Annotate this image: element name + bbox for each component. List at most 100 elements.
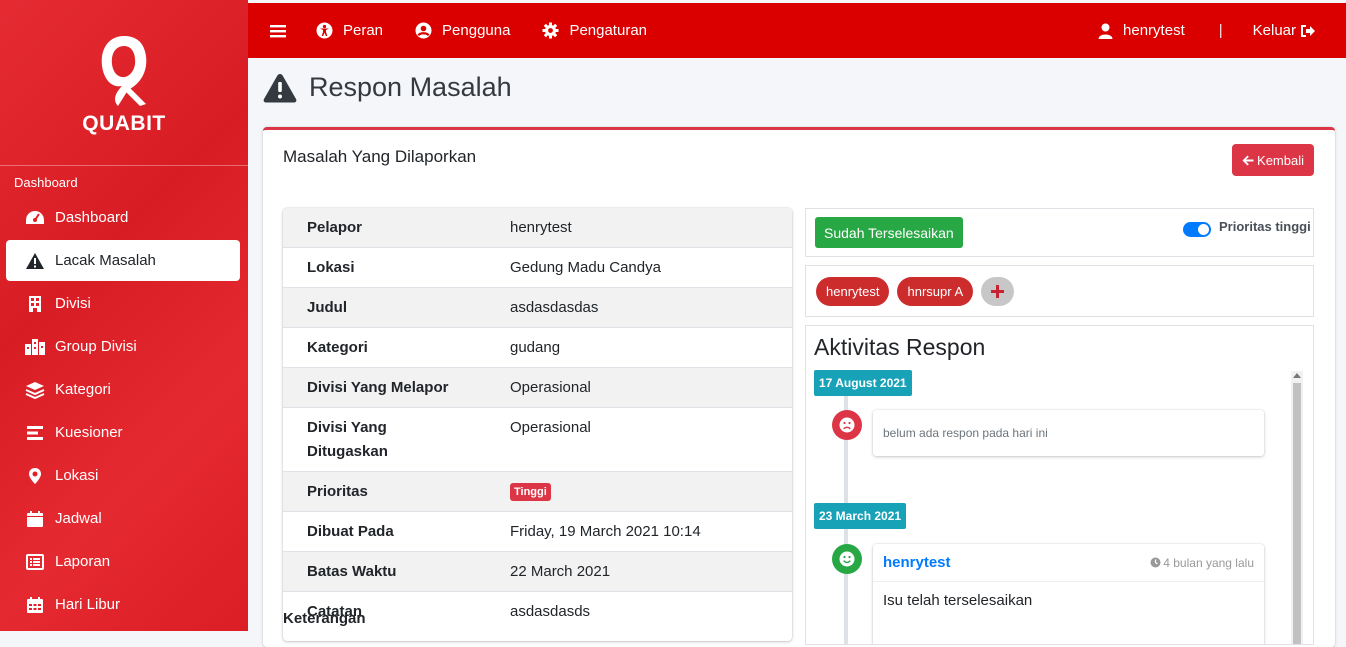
row-key: Divisi Yang Melapor <box>307 379 449 396</box>
universal-access-icon <box>316 22 333 39</box>
sidebar-item-label: Group Divisi <box>55 338 137 355</box>
table-row: Divisi Yang Ditugaskan Operasional <box>283 407 792 471</box>
table-row: Prioritas Tinggi <box>283 471 792 511</box>
timeline-text: belum ada respon pada hari ini <box>883 426 1048 440</box>
keterangan-label: Keterangan <box>283 610 366 627</box>
user-menu[interactable]: henrytest <box>1098 22 1185 39</box>
scrollbar[interactable] <box>1291 371 1303 644</box>
row-value: asdasdasds <box>510 603 591 620</box>
timeline-time-text: 4 bulan yang lalu <box>1163 555 1254 570</box>
sidebar-item-group-divisi[interactable]: Group Divisi <box>6 326 240 367</box>
sidebar-item-lacak-masalah[interactable]: Lacak Masalah <box>6 240 240 281</box>
row-value: henrytest <box>510 219 572 236</box>
row-value: gudang <box>510 339 561 356</box>
sidebar-item-hari-libur[interactable]: Hari Libur <box>6 584 240 625</box>
timeline-date: 23 March 2021 <box>814 503 907 529</box>
logout-button[interactable]: Keluar <box>1253 22 1316 39</box>
sidebar-item-lokasi[interactable]: Lokasi <box>6 455 240 496</box>
report-icon <box>24 553 46 571</box>
issue-card: Masalah Yang Dilaporkan Kembali Pelapor h… <box>263 127 1335 647</box>
row-value: Operasional <box>510 419 591 436</box>
list-icon <box>24 424 46 442</box>
nav-pengaturan-label: Pengaturan <box>569 22 648 39</box>
sidebar: QUABIT Dashboard Dashboard Lacak Masalah… <box>0 0 248 631</box>
scroll-up-arrow[interactable] <box>1293 373 1301 378</box>
timeline-item: belum ada respon pada hari ini <box>873 410 1264 456</box>
sidebar-item-dashboard[interactable]: Dashboard <box>6 197 240 238</box>
row-key: Lokasi <box>307 259 355 276</box>
row-value: Gedung Madu Candya <box>510 259 661 276</box>
back-label: Kembali <box>1257 152 1304 168</box>
table-row: Kategori gudang <box>283 327 792 367</box>
table-row: Divisi Yang Melapor Operasional <box>283 367 792 407</box>
nav-peran-label: Peran <box>343 22 384 39</box>
sidebar-item-laporan[interactable]: Laporan <box>6 541 240 582</box>
activity-title: Aktivitas Respon <box>814 334 986 360</box>
sidebar-item-divisi[interactable]: Divisi <box>6 283 240 324</box>
logout-label: Keluar <box>1252 22 1296 39</box>
page-title-text: Respon Masalah <box>309 72 512 102</box>
timeline-date: 17 August 2021 <box>814 370 912 396</box>
gear-icon <box>542 22 559 39</box>
arrow-left-icon <box>1242 155 1254 165</box>
sidebar-item-jadwal[interactable]: Jadwal <box>6 498 240 539</box>
priority-toggle-label: Prioritas tinggi <box>1219 219 1311 234</box>
activity-box: Aktivitas Respon 17 August 2021 belum ad… <box>805 325 1314 645</box>
plus-icon <box>991 284 1005 298</box>
brand-logo[interactable]: QUABIT <box>0 0 248 166</box>
brand-name: QUABIT <box>82 111 166 135</box>
assignee-chip[interactable]: hnrsupr A <box>897 276 974 306</box>
tachometer-icon <box>24 209 46 227</box>
row-key: Kategori <box>307 339 368 356</box>
card-title: Masalah Yang Dilaporkan <box>283 147 477 166</box>
calendar-icon <box>24 510 46 528</box>
row-key: Judul <box>307 299 347 316</box>
page-title: Respon Masalah <box>263 72 512 103</box>
nav-peran[interactable]: Peran <box>316 22 383 39</box>
table-row: Batas Waktu 22 March 2021 <box>283 551 792 591</box>
timeline-item: henrytest 4 bulan yang lalu Isu telah te… <box>873 544 1264 644</box>
back-button[interactable]: Kembali <box>1232 144 1314 176</box>
priority-badge: Tinggi <box>510 483 551 502</box>
row-key: Divisi Yang Ditugaskan <box>307 419 388 460</box>
menu-toggle-icon[interactable] <box>270 24 286 38</box>
sidebar-item-label: Hari Libur <box>55 596 121 613</box>
timeline-header: henrytest 4 bulan yang lalu <box>873 544 1264 582</box>
assignee-chip[interactable]: henrytest <box>816 276 890 306</box>
row-key: Batas Waktu <box>307 563 397 580</box>
user-circle-icon <box>415 22 432 39</box>
add-assignee-button[interactable] <box>981 276 1015 306</box>
smile-face-icon <box>832 544 862 574</box>
mark-resolved-button[interactable]: Sudah Terselesaikan <box>815 217 963 248</box>
sidebar-item-label: Lacak Masalah <box>55 252 156 269</box>
sidebar-item-label: Kuesioner <box>55 424 123 441</box>
scrollbar-thumb[interactable] <box>1293 383 1301 644</box>
user-icon <box>1098 23 1113 39</box>
row-value: Friday, 19 March 2021 10:14 <box>510 523 701 540</box>
row-key: Prioritas <box>307 483 368 500</box>
topbar: Peran Pengguna Pengaturan henrytest | Ke… <box>248 3 1346 58</box>
sidebar-item-label: Dashboard <box>55 209 129 226</box>
row-value: 22 March 2021 <box>510 563 611 580</box>
table-row: Dibuat Pada Friday, 19 March 2021 10:14 <box>283 511 792 551</box>
nav-pengaturan[interactable]: Pengaturan <box>542 22 647 39</box>
username-label: henrytest <box>1123 22 1185 39</box>
sidebar-item-kategori[interactable]: Kategori <box>6 369 240 410</box>
timeline-user[interactable]: henrytest <box>883 554 951 571</box>
sidebar-item-label: Lokasi <box>55 467 99 484</box>
quabit-logo-icon <box>101 35 147 106</box>
sidebar-item-label: Kategori <box>55 381 111 398</box>
sad-face-icon <box>832 410 862 440</box>
priority-toggle[interactable] <box>1183 222 1211 237</box>
table-row: Pelapor henrytest <box>283 208 792 247</box>
sign-out-icon <box>1301 24 1315 37</box>
warning-icon <box>24 252 46 270</box>
row-value: Tinggi <box>486 472 792 511</box>
sidebar-header: Dashboard <box>14 175 78 190</box>
table-row: Lokasi Gedung Madu Candya <box>283 247 792 287</box>
nav-pengguna[interactable]: Pengguna <box>415 22 510 39</box>
sidebar-item-label: Divisi <box>55 295 91 312</box>
sidebar-item-kuesioner[interactable]: Kuesioner <box>6 412 240 453</box>
timeline-text: Isu telah terselesaikan <box>883 592 1033 609</box>
table-row: Judul asdasdasdas <box>283 287 792 327</box>
